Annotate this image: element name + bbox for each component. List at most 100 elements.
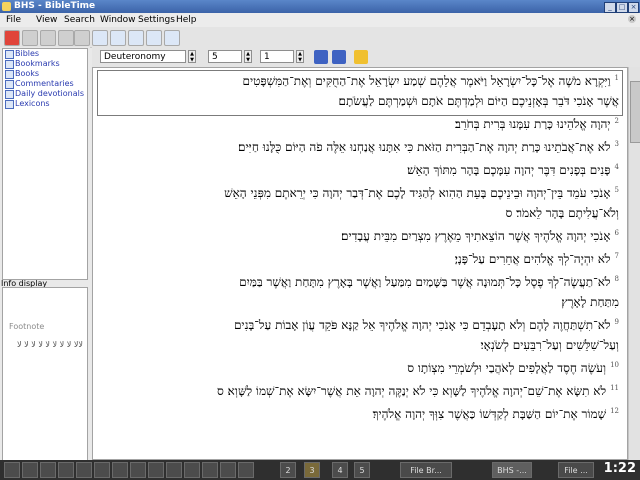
tile-vertical-icon[interactable] xyxy=(128,30,144,46)
close-button[interactable]: × xyxy=(628,2,639,13)
verse-line[interactable]: 5אָנֹכִי עֹמֵד בֵּין־יְהוָה וּבֵינֵיכֶם … xyxy=(224,186,619,201)
verse-line[interactable]: 3לֹא אֶת־אֲבֹתֵינוּ כָּרַת יְהוָה אֶת־הַ… xyxy=(238,140,619,155)
verse-text: לֹא־תַעֲשֶׂה־לְךָ פֶסֶל כָּל־תְּמוּנָה א… xyxy=(239,275,611,289)
maximize-button[interactable]: □ xyxy=(616,2,628,13)
task-bibletime[interactable]: BHS -... xyxy=(492,462,532,478)
scrollbar-thumb[interactable] xyxy=(630,81,640,143)
mail-icon[interactable] xyxy=(76,462,92,478)
verse-line[interactable]: וְעַל־שִׁלֵּשִׁים וְעַל־רִבֵּעִים לְשֹׂנ… xyxy=(481,338,619,353)
verse-line[interactable]: 9לֹא־תִשְׁתַּחֲוֶה לָהֶם וְלֹא תָעָבְדֵם… xyxy=(234,318,619,333)
editor-icon[interactable] xyxy=(94,462,110,478)
display-settings-icon[interactable] xyxy=(354,50,368,64)
reader-toolbar: Deuteronomy ▲ ▼ 5 ▲ ▼ 1 ▲ ▼ xyxy=(92,47,640,67)
apps-icon[interactable] xyxy=(238,462,254,478)
desktop-pager-4[interactable]: 4 xyxy=(332,462,348,478)
verse-text: לֹא יִהְיֶה־לְךָ אֱלֹהִים אֲחֵרִים עַל־פ… xyxy=(454,252,611,266)
verse-number: 4 xyxy=(614,163,619,171)
menu-search[interactable]: Search xyxy=(64,15,95,25)
window-title: BHS - BibleTime xyxy=(14,1,96,11)
verse-line[interactable]: 8לֹא־תַעֲשֶׂה־לְךָ פֶסֶל כָּל־תְּמוּנָה … xyxy=(239,275,619,290)
chapter-spinner[interactable]: ▲ ▼ xyxy=(244,50,252,63)
module-icon[interactable] xyxy=(22,30,38,46)
forward-icon[interactable] xyxy=(58,30,74,46)
browser-icon[interactable] xyxy=(58,462,74,478)
desktop-pager-3[interactable]: 3 xyxy=(304,462,320,478)
menu-window[interactable]: Window xyxy=(100,15,136,25)
verse-text: וְעֹשֶׂה חֶסֶד לַאֲלָפִים לְאֹהֲבַי וּלְ… xyxy=(407,361,607,375)
next-entry-icon[interactable] xyxy=(332,50,346,64)
menu-settings[interactable]: Settings xyxy=(138,15,175,25)
book-spinner[interactable]: ▲ ▼ xyxy=(188,50,196,63)
verse-line[interactable]: וְלֹא־עֲלִיתֶם בָּהָר לֵאמֹר׃ ס xyxy=(505,206,619,221)
bookshelf-item-label: Bibles xyxy=(15,49,40,58)
stop-icon[interactable] xyxy=(4,30,20,46)
book-selector[interactable]: Deuteronomy xyxy=(100,50,186,63)
menu-view[interactable]: View xyxy=(36,15,57,25)
files-icon[interactable] xyxy=(40,462,56,478)
start-menu-icon[interactable] xyxy=(4,462,20,478)
network-icon[interactable] xyxy=(184,462,200,478)
trash-icon[interactable] xyxy=(220,462,236,478)
bookshelf-item-label: Bookmarks xyxy=(15,59,60,68)
media-icon[interactable] xyxy=(112,462,128,478)
title-bar: BHS - BibleTime _ □ × xyxy=(0,0,640,13)
task-file[interactable]: File ... xyxy=(558,462,594,478)
verse-line[interactable]: 6אָנֹכִי יְהוָה אֱלֹהֶיךָ אֲשֶׁר הוֹצֵאת… xyxy=(341,229,619,244)
desktop-pager-2[interactable]: 2 xyxy=(280,462,296,478)
verse-line[interactable]: 7לֹא יִהְיֶה־לְךָ אֱלֹהִים אֲחֵרִים עַל־… xyxy=(455,252,619,267)
bookshelf-item-books[interactable]: Books xyxy=(3,69,87,79)
main-toolbar xyxy=(0,27,640,48)
calc-icon[interactable] xyxy=(148,462,164,478)
minimize-button[interactable]: _ xyxy=(604,2,616,13)
office-icon[interactable] xyxy=(130,462,146,478)
verse-line[interactable]: 12שָׁמוֹר אֶת־יוֹם הַשַּׁבָּת לְקַדְּשׁו… xyxy=(373,407,619,422)
verse-number: 12 xyxy=(610,407,619,415)
tile-windows-icon[interactable] xyxy=(110,30,126,46)
tile-horizontal-icon[interactable] xyxy=(146,30,162,46)
bookshelf-item-bibles[interactable]: Bibles xyxy=(3,49,87,59)
close-all-windows-icon[interactable] xyxy=(164,30,180,46)
verse-spinner[interactable]: ▲ ▼ xyxy=(296,50,304,63)
bookshelf-item-lexicons[interactable]: Lexicons xyxy=(3,99,87,109)
verse-number: 9 xyxy=(614,318,619,326)
verse-text: וְלֹא־עֲלִיתֶם בָּהָר לֵאמֹר׃ ס xyxy=(505,206,619,220)
verse-text: מִתַּחַת לָאָרֶץ׃ xyxy=(561,295,619,309)
menu-file[interactable]: File xyxy=(6,15,21,25)
bookshelf-item-bookmarks[interactable]: Bookmarks xyxy=(3,59,87,69)
close-document-icon[interactable]: × xyxy=(628,15,636,23)
bookshelf-item-label: Books xyxy=(15,69,40,78)
folder-icon xyxy=(5,80,14,89)
verse-line[interactable]: 10וְעֹשֶׂה חֶסֶד לַאֲלָפִים לְאֹהֲבַי וּ… xyxy=(407,361,619,376)
tool-icon[interactable] xyxy=(74,30,90,46)
help-icon[interactable] xyxy=(202,462,218,478)
verse-number: 6 xyxy=(614,229,619,237)
app-icon xyxy=(2,2,11,11)
back-icon[interactable] xyxy=(40,30,56,46)
verse-number: 5 xyxy=(614,186,619,194)
desktop-pager-5[interactable]: 5 xyxy=(354,462,370,478)
verse-selector[interactable]: 1 xyxy=(260,50,294,63)
vertical-scrollbar[interactable] xyxy=(628,67,640,460)
bookshelf-item-devotionals[interactable]: Daily devotionals xyxy=(3,89,87,99)
previous-entry-icon[interactable] xyxy=(314,50,328,64)
verse-text: יְהוָה אֱלֹהֵינוּ כָּרַת עִמָּנוּ בְּרִי… xyxy=(454,117,611,131)
terminal-icon[interactable] xyxy=(22,462,38,478)
cascade-windows-icon[interactable] xyxy=(92,30,108,46)
left-pane: Bibles Bookmarks Books Commentaries Dail… xyxy=(0,47,90,461)
bookshelf-item-label: Commentaries xyxy=(15,79,74,88)
verse-text: לֹא־תִשְׁתַּחֲוֶה לָהֶם וְלֹא תָעָבְדֵם … xyxy=(233,318,611,332)
settings-icon[interactable] xyxy=(166,462,182,478)
footnote-label: Footnote xyxy=(9,322,45,331)
folder-icon xyxy=(5,70,14,79)
menu-help[interactable]: Help xyxy=(176,15,197,25)
verse-line[interactable]: 11לֹא תִשָּׂא אֶת־שֵׁם־יְהוָה אֱלֹהֶיךָ … xyxy=(217,384,619,399)
verse-line[interactable]: 2יְהוָה אֱלֹהֵינוּ כָּרַת עִמָּנוּ בְּרִ… xyxy=(455,117,619,132)
folder-icon xyxy=(5,60,14,69)
bookshelf-item-commentaries[interactable]: Commentaries xyxy=(3,79,87,89)
verse-line[interactable]: מִתַּחַת לָאָרֶץ׃ xyxy=(561,295,619,310)
task-file-browser[interactable]: File Br... xyxy=(400,462,452,478)
verse-line[interactable]: 4פָּנִים בְּפָנִים דִּבֶּר יְהוָה עִמָּכ… xyxy=(407,163,619,178)
menu-bar: File View Search Window Settings Help × xyxy=(0,13,640,27)
chapter-selector[interactable]: 5 xyxy=(208,50,242,63)
clock: 1:22 xyxy=(603,461,636,476)
